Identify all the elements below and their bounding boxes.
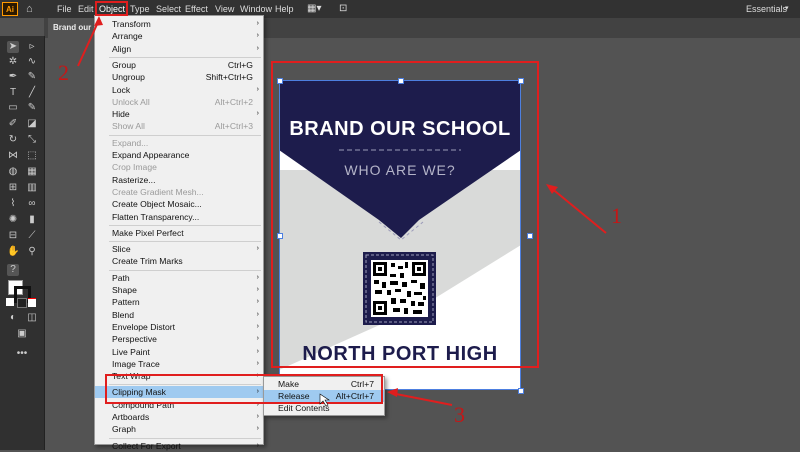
annotation-arrows [77,16,607,407]
annotation-number-2: 2 [58,60,69,85]
annotation-number-3: 3 [454,402,465,427]
annotation-number-1: 1 [611,203,622,228]
